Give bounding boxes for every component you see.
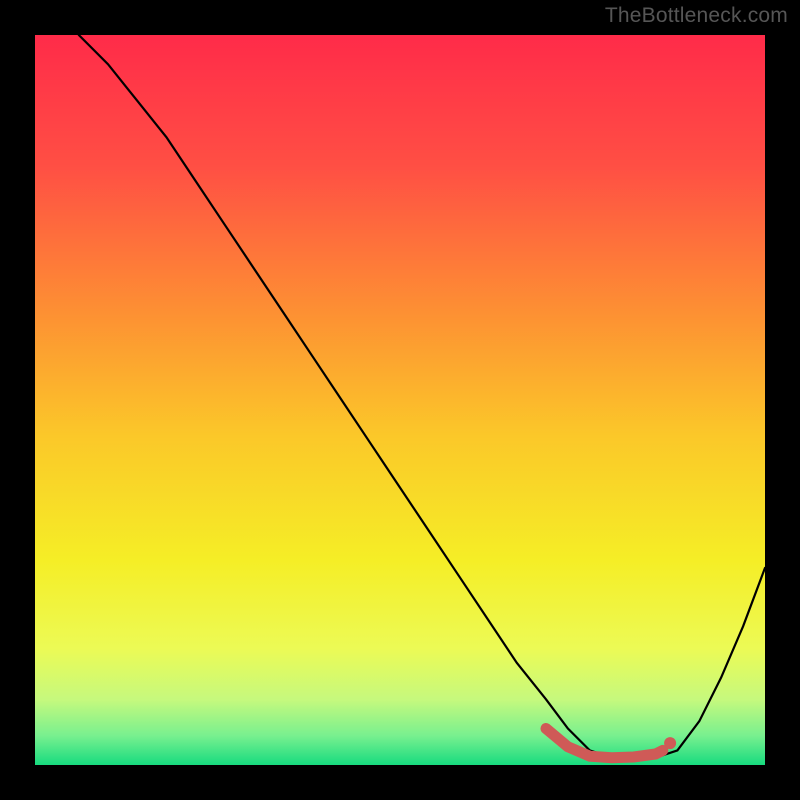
watermark-text: TheBottleneck.com bbox=[605, 4, 788, 28]
plot-area bbox=[35, 35, 765, 765]
optimal-range-end-dot bbox=[664, 737, 676, 749]
gradient-background bbox=[35, 35, 765, 765]
chart-frame: TheBottleneck.com bbox=[0, 0, 800, 800]
chart-svg bbox=[35, 35, 765, 765]
